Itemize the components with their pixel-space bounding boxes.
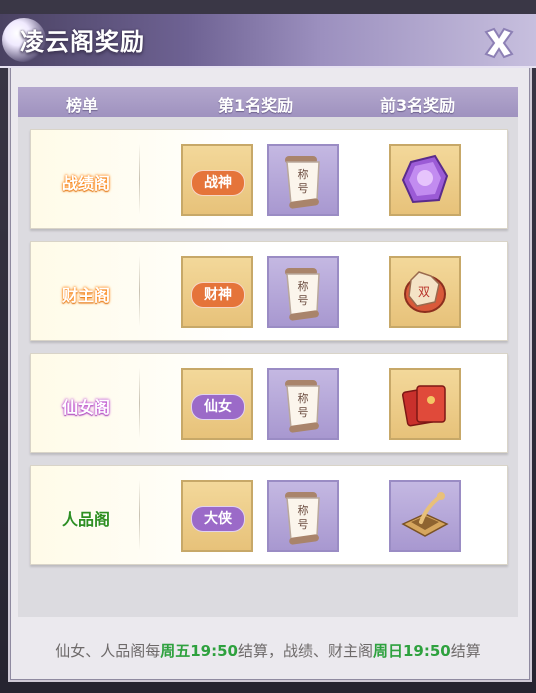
reward-tag-badge: 仙女: [191, 394, 245, 420]
notice-time-1: 周五19:50: [160, 642, 238, 660]
row-divider: [139, 368, 140, 438]
title-scroll-icon: 称 号: [285, 268, 320, 321]
close-x-icon: [484, 27, 514, 59]
scroll-text-2: 号: [298, 294, 309, 307]
row-name: 人品阁: [61, 510, 110, 529]
list-row-renpin: 人品阁 大侠 称 号: [30, 465, 508, 565]
list-row-caizhu: 财主阁 财神 称 号 双: [30, 241, 508, 341]
table-header: 榜单 第1名奖励 前3名奖励: [18, 87, 518, 117]
close-button[interactable]: [480, 24, 518, 62]
notice-part-2: 结算，战绩、财主阁: [237, 642, 373, 660]
scroll-text-1: 称: [298, 391, 309, 405]
title-scroll-slot[interactable]: 称 号: [267, 368, 339, 440]
scroll-text-1: 称: [298, 503, 309, 517]
title-scroll-icon: 称 号: [285, 380, 320, 433]
row-name: 战绩阁: [61, 174, 110, 193]
top3-reward-slot[interactable]: 双: [389, 256, 461, 328]
scroll-text-1: 称: [298, 279, 309, 293]
notice-part-1: 仙女、人品阁每: [55, 642, 161, 660]
top3-reward-slot[interactable]: [389, 368, 461, 440]
list-row-zhanji: 战绩阁 战神 称 号: [30, 129, 508, 229]
row-divider: [139, 480, 140, 550]
window-title: 凌云阁奖励: [20, 28, 145, 56]
first-reward-tag-slot[interactable]: 战神: [181, 144, 253, 216]
header-top3-reward: 前3名奖励: [380, 96, 456, 115]
header-first-reward: 第1名奖励: [218, 96, 294, 115]
mortar-spoon-icon: [401, 492, 449, 537]
header-rank-list: 榜单: [66, 96, 99, 115]
scroll-text-2: 号: [298, 406, 309, 419]
notice-time-2: 周日19:50: [373, 642, 451, 660]
list-row-xiannv: 仙女阁 仙女 称 号: [30, 353, 508, 453]
first-reward-tag-slot[interactable]: 大侠: [181, 480, 253, 552]
reward-tag-badge: 财神: [191, 282, 245, 308]
reward-tag-badge: 大侠: [191, 506, 245, 532]
top3-reward-slot[interactable]: [389, 480, 461, 552]
purple-crystal-icon: [401, 154, 449, 204]
settlement-notice: 仙女、人品阁每周五19:50结算，战绩、财主阁周日19:50结算: [0, 640, 536, 661]
reward-tag-badge: 战神: [191, 170, 245, 196]
scroll-text-2: 号: [298, 518, 309, 531]
row-name: 仙女阁: [61, 398, 110, 417]
lucky-fish-coin-icon: 双: [404, 271, 446, 313]
title-scroll-icon: 称 号: [285, 492, 320, 545]
top3-reward-slot[interactable]: [389, 144, 461, 216]
row-divider: [139, 144, 140, 214]
notice-part-3: 结算: [450, 642, 481, 660]
row-divider: [139, 256, 140, 326]
title-scroll-slot[interactable]: 称 号: [267, 480, 339, 552]
title-scroll-slot[interactable]: 称 号: [267, 144, 339, 216]
row-name: 财主阁: [61, 286, 110, 305]
scroll-text-1: 称: [298, 167, 309, 181]
coin-glyph: 双: [418, 285, 430, 299]
ranking-list[interactable]: 战绩阁 战神 称 号 财主阁 财神 称 号 双 仙女阁 仙女 称 号 人品阁 大…: [18, 117, 518, 617]
title-scroll-icon: 称 号: [285, 156, 320, 209]
scroll-text-2: 号: [298, 182, 309, 195]
first-reward-tag-slot[interactable]: 仙女: [181, 368, 253, 440]
title-scroll-slot[interactable]: 称 号: [267, 256, 339, 328]
red-envelope-icon: [401, 385, 446, 427]
first-reward-tag-slot[interactable]: 财神: [181, 256, 253, 328]
